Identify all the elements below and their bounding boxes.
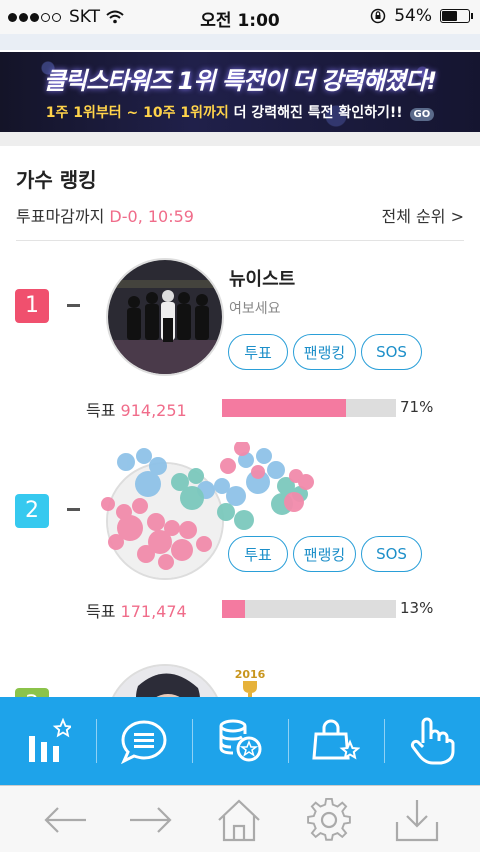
shopping-bag-star-icon — [312, 719, 360, 760]
deadline-text: 투표마감까지 D-0, 10:59 — [16, 203, 194, 227]
promo-banner[interactable]: 클릭스타워즈 1위 특전이 더 강력해졌다! 1주 1위부터 ~ 10주 1위까… — [0, 52, 480, 132]
back-arrow-icon — [44, 806, 86, 833]
bottom-tab-bar — [0, 697, 480, 785]
home-icon — [218, 798, 260, 841]
status-bar: SKT 오전 1:00 54% — [0, 0, 480, 34]
battery-percent: 54% — [394, 6, 432, 26]
rotation-lock-icon — [370, 8, 386, 24]
view-all-ranking-link[interactable]: 전체 순위 > — [382, 203, 464, 227]
download-button[interactable] — [374, 786, 460, 853]
action-buttons: 투표 팬랭킹 SOS — [228, 536, 422, 572]
page-title: 가수 랭킹 — [16, 168, 97, 192]
banner-subtitle: 1주 1위부터 ~ 10주 1위까지 더 강력해진 특전 확인하기!! GO — [0, 102, 480, 122]
rank-badge: 1 — [15, 289, 49, 323]
vote-progress-bar — [222, 399, 396, 417]
action-buttons: 투표 팬랭킹 SOS — [228, 334, 422, 370]
artist-photo — [108, 260, 222, 374]
artist-name: 뉴이스트 — [229, 269, 296, 290]
rank-item-1: 1 뉴이스트 여보세요 투표 팬랭킹 SOS 득표 914,251 71% — [0, 258, 480, 428]
rank-badge: 2 — [15, 494, 49, 528]
artist-song: 여보세요 — [229, 301, 281, 317]
trophy-icon — [243, 681, 257, 697]
battery-icon — [440, 9, 473, 23]
back-button[interactable] — [22, 786, 108, 853]
forward-arrow-icon — [130, 806, 172, 833]
vote-count-value: 171,474 — [120, 602, 187, 621]
artist-photo — [108, 666, 222, 698]
vote-button[interactable]: 투표 — [228, 536, 288, 572]
sos-button[interactable]: SOS — [361, 536, 422, 572]
rank-unchanged-dash — [67, 304, 80, 307]
vote-progress-fill — [222, 600, 245, 618]
settings-button[interactable] — [286, 786, 372, 853]
pointing-hand-icon — [410, 717, 455, 765]
chart-star-icon — [29, 718, 71, 762]
download-icon — [395, 799, 439, 841]
banner-subtitle-highlight: 1주 1위부터 ~ 10주 1위까지 — [45, 105, 229, 121]
vote-progress-bar — [222, 600, 396, 618]
tab-chat[interactable] — [96, 697, 192, 785]
go-badge[interactable]: GO — [409, 108, 435, 121]
vote-count-value: 914,251 — [120, 401, 187, 420]
home-button[interactable] — [196, 786, 282, 853]
artist-avatar[interactable] — [106, 664, 224, 698]
fan-ranking-button[interactable]: 팬랭킹 — [293, 536, 356, 572]
divider — [16, 240, 464, 241]
trophy-year: 2016 — [234, 668, 266, 681]
vote-percent: 71% — [400, 398, 434, 416]
vote-count-label: 득표 — [86, 401, 116, 420]
tab-chart[interactable] — [0, 697, 96, 785]
rank-item-2: 2 투표 팬랭킹 SOS 득표 171,474 13% — [0, 442, 480, 628]
tab-touch[interactable] — [384, 697, 480, 785]
rank-item-3: 3 2016 — [0, 658, 480, 698]
sos-button[interactable]: SOS — [361, 334, 422, 370]
artist-avatar[interactable] — [106, 258, 224, 376]
deadline-value: D-0, 10:59 — [109, 207, 194, 226]
vote-button[interactable]: 투표 — [228, 334, 288, 370]
top-strip — [0, 34, 480, 50]
section-gap — [0, 132, 480, 146]
vote-count: 득표 914,251 — [86, 397, 187, 421]
vote-count-label: 득표 — [86, 602, 116, 621]
forward-button[interactable] — [108, 786, 194, 853]
vote-percent: 13% — [400, 599, 434, 617]
battery-info: 54% — [370, 6, 473, 26]
chat-bubble-icon — [121, 720, 167, 764]
browser-toolbar — [0, 785, 480, 852]
settings-icon — [307, 797, 351, 841]
rank-unchanged-dash — [67, 508, 80, 511]
vote-count: 득표 171,474 — [86, 598, 187, 622]
fan-ranking-button[interactable]: 팬랭킹 — [293, 334, 356, 370]
banner-title: 클릭스타워즈 1위 특전이 더 강력해졌다! — [43, 67, 437, 95]
tab-shop[interactable] — [288, 697, 384, 785]
trophy-2016-badge: 2016 — [234, 668, 266, 698]
vote-progress-fill — [222, 399, 346, 417]
tab-coins[interactable] — [192, 697, 288, 785]
deadline-label: 투표마감까지 — [16, 207, 105, 226]
coins-star-icon — [219, 719, 262, 762]
banner-subtitle-rest: 더 강력해진 특전 확인하기!! — [233, 105, 403, 121]
